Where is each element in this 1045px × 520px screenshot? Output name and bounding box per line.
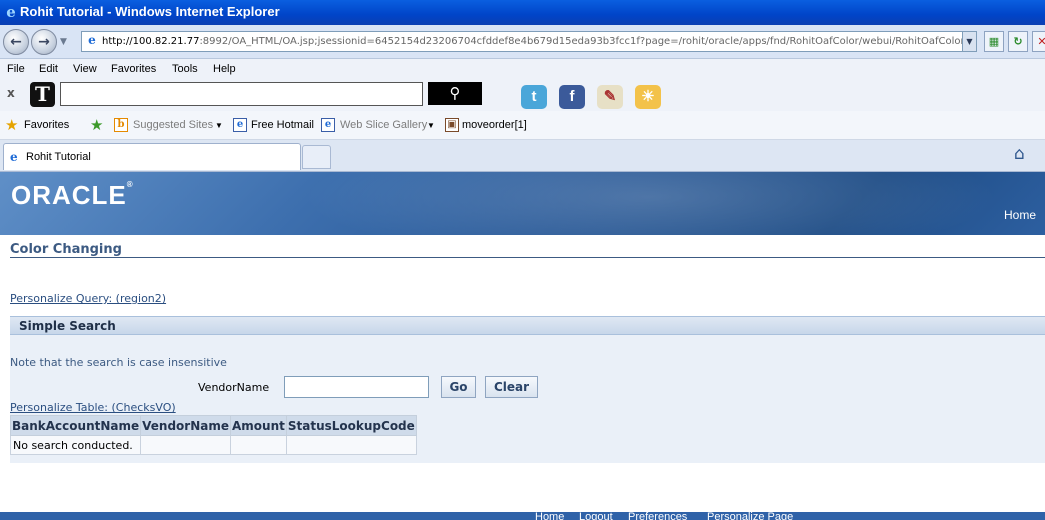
hotmail-page-icon: e: [233, 118, 247, 132]
oracle-logo-text: ORACLE: [11, 180, 127, 210]
moveorder-page-icon: ▣: [445, 118, 459, 132]
web-slice-dropdown-icon[interactable]: ▼: [427, 121, 435, 130]
column-header-statuslookupcode[interactable]: StatusLookupCode: [285, 415, 417, 436]
address-bar[interactable]: e http://100.82.21.77:8992/OA_HTML/OA.jsp…: [81, 31, 977, 52]
table-header-row: BankAccountName VendorName Amount Status…: [9, 415, 417, 436]
vendor-name-input[interactable]: [284, 376, 429, 398]
new-tab-button[interactable]: [302, 145, 331, 169]
history-dropdown-icon[interactable]: ▼: [60, 37, 67, 47]
page-title: Color Changing: [10, 242, 122, 257]
news-icon[interactable]: ✎: [597, 85, 623, 109]
address-dropdown-icon[interactable]: ▼: [962, 32, 976, 51]
url-host: http://100.82.21.77: [102, 36, 200, 47]
twitter-icon[interactable]: t: [521, 85, 547, 109]
search-toolbar: x T ⚲ t f ✎ ☀: [0, 80, 1045, 111]
menu-help[interactable]: Help: [213, 63, 236, 75]
menu-favorites[interactable]: Favorites: [111, 63, 156, 75]
personalize-query-link[interactable]: Personalize Query: (region2): [10, 292, 166, 305]
simple-search-header: Simple Search: [10, 316, 1045, 335]
tab-rohit-tutorial[interactable]: e Rohit Tutorial: [3, 143, 301, 170]
column-header-amount[interactable]: Amount: [230, 415, 287, 436]
footer-logout-link[interactable]: Logout: [579, 512, 613, 520]
favorites-button[interactable]: Favorites: [24, 119, 69, 131]
title-divider: [10, 257, 1045, 258]
suggested-sites-link[interactable]: Suggested Sites: [133, 119, 213, 131]
toolbar-search-button[interactable]: ⚲: [428, 82, 482, 105]
home-icon[interactable]: ⌂: [1014, 144, 1025, 164]
footer-home-link[interactable]: Home: [535, 512, 564, 520]
address-toolbar: ← → ▼ e http://100.82.21.77:8992/OA_HTML/…: [0, 25, 1045, 59]
clear-button[interactable]: Clear: [485, 376, 538, 398]
table-row: No search conducted.: [9, 435, 417, 455]
url-path: :8992/OA_HTML/OA.jsp;jsessionid=6452154d…: [199, 36, 975, 47]
moveorder-link[interactable]: moveorder[1]: [462, 119, 527, 131]
refresh-icon[interactable]: ↻: [1008, 31, 1028, 52]
suggested-sites-dropdown-icon[interactable]: ▼: [215, 121, 223, 130]
table-cell: [140, 435, 231, 455]
back-button[interactable]: ←: [3, 29, 29, 55]
menu-bar: File Edit View Favorites Tools Help: [0, 59, 1045, 80]
column-header-bankaccountname[interactable]: BankAccountName: [9, 415, 142, 436]
close-toolbar-icon[interactable]: x: [7, 86, 15, 100]
header-sheen: [300, 172, 1000, 235]
favorites-star-icon: ★: [5, 116, 19, 134]
web-slice-page-icon: e: [321, 118, 335, 132]
table-cell: [285, 435, 417, 455]
empty-message: No search conducted.: [9, 435, 142, 455]
favorites-bar: ★ Favorites ★ b Suggested Sites ▼ e Free…: [0, 111, 1045, 140]
tab-strip: e Rohit Tutorial ⌂: [0, 140, 1045, 172]
weather-icon[interactable]: ☀: [635, 85, 661, 109]
go-button[interactable]: Go: [441, 376, 476, 398]
toolbar-search-input[interactable]: [60, 82, 423, 106]
footer-preferences-link[interactable]: Preferences: [628, 512, 687, 520]
personalize-table-link[interactable]: Personalize Table: (ChecksVO): [10, 401, 176, 414]
global-home-link[interactable]: Home: [1004, 208, 1036, 222]
tab-page-icon: e: [10, 150, 18, 164]
column-header-vendorname[interactable]: VendorName: [140, 415, 231, 436]
ie-logo-icon: e: [6, 3, 16, 21]
oracle-logo: ORACLE®: [11, 180, 134, 210]
t-logo-icon: T: [30, 82, 55, 107]
menu-tools[interactable]: Tools: [172, 63, 198, 75]
tab-label: Rohit Tutorial: [26, 151, 91, 163]
page-icon: e: [88, 33, 96, 47]
footer-bar: Home Logout Preferences Personalize Page: [0, 512, 1045, 520]
facebook-icon[interactable]: f: [559, 85, 585, 109]
menu-edit[interactable]: Edit: [39, 63, 58, 75]
simple-search-title: Simple Search: [19, 319, 116, 333]
results-table: BankAccountName VendorName Amount Status…: [9, 415, 417, 455]
suggested-sites-icon: b: [114, 118, 128, 132]
table-cell: [230, 435, 287, 455]
menu-file[interactable]: File: [7, 63, 25, 75]
window-title-bar: e Rohit Tutorial - Windows Internet Expl…: [0, 0, 1045, 25]
search-note: Note that the search is case insensitive: [10, 356, 227, 369]
forward-button[interactable]: →: [31, 29, 57, 55]
oracle-header: ORACLE® Home: [0, 172, 1045, 235]
footer-personalize-page-link[interactable]: Personalize Page: [707, 512, 793, 520]
web-slice-gallery-link[interactable]: Web Slice Gallery: [340, 119, 427, 131]
menu-view[interactable]: View: [73, 63, 97, 75]
window-title: Rohit Tutorial - Windows Internet Explor…: [20, 4, 280, 19]
vendor-name-label: VendorName: [198, 381, 270, 394]
compatibility-view-icon[interactable]: ▦: [984, 31, 1004, 52]
add-favorite-icon[interactable]: ★: [90, 116, 103, 134]
stop-icon[interactable]: ✕: [1032, 31, 1045, 52]
free-hotmail-link[interactable]: Free Hotmail: [251, 119, 314, 131]
page-body: Color Changing Personalize Query: (regio…: [0, 235, 1045, 520]
